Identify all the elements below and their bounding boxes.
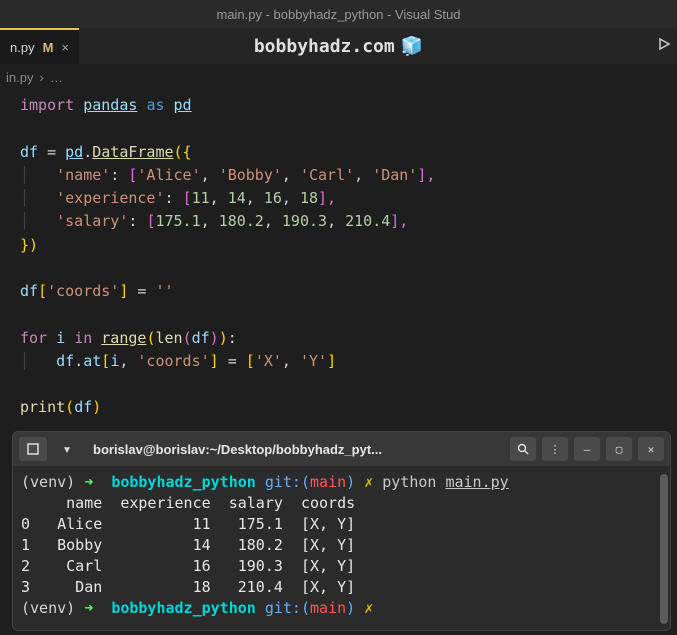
terminal-profile-icon[interactable] bbox=[19, 437, 47, 461]
func-dataframe: DataFrame bbox=[92, 143, 173, 161]
breadcrumb-file: in.py bbox=[6, 70, 33, 85]
search-icon[interactable] bbox=[510, 437, 536, 461]
keyword-import: import bbox=[20, 96, 74, 114]
dropdown-icon[interactable]: ▾ bbox=[53, 437, 81, 461]
tab-bar: n.py M × bobbyhadz.com 🧊 bbox=[0, 28, 677, 64]
func-print: print bbox=[20, 398, 65, 416]
alias-pd: pd bbox=[174, 96, 192, 114]
window-titlebar: main.py - bobbyhadz_python - Visual Stud bbox=[0, 0, 677, 28]
overlay-brand: bobbyhadz.com 🧊 bbox=[254, 28, 423, 64]
tab-main-py[interactable]: n.py M × bbox=[0, 28, 79, 64]
terminal-scrollbar[interactable] bbox=[660, 474, 668, 624]
var-df: df bbox=[20, 143, 38, 161]
func-range: range bbox=[101, 329, 146, 347]
window-title: main.py - bobbyhadz_python - Visual Stud bbox=[216, 7, 460, 22]
run-icon[interactable] bbox=[657, 37, 671, 55]
tab-filename: n.py bbox=[10, 40, 35, 55]
code-editor[interactable]: import pandas as pd df = pd.DataFrame({ … bbox=[0, 90, 677, 424]
keyword-as: as bbox=[146, 96, 164, 114]
terminal-header: ▾ borislav@borislav:~/Desktop/bobbyhadz_… bbox=[13, 432, 670, 466]
output-row: 3 Dan 18 210.4 [X, Y] bbox=[21, 578, 355, 596]
breadcrumb[interactable]: in.py › … bbox=[0, 64, 677, 90]
terminal-panel: ▾ borislav@borislav:~/Desktop/bobbyhadz_… bbox=[12, 431, 671, 631]
output-row: 0 Alice 11 175.1 [X, Y] bbox=[21, 515, 355, 533]
minimize-icon[interactable]: — bbox=[574, 437, 600, 461]
close-icon[interactable]: × bbox=[61, 40, 69, 55]
output-row: 1 Bobby 14 180.2 [X, Y] bbox=[21, 536, 355, 554]
ref-pd: pd bbox=[65, 143, 83, 161]
output-row: 2 Carl 16 190.3 [X, Y] bbox=[21, 557, 355, 575]
breadcrumb-dots: … bbox=[50, 70, 63, 85]
maximize-icon[interactable]: ▢ bbox=[606, 437, 632, 461]
overlay-text: bobbyhadz.com bbox=[254, 36, 395, 57]
tab-modified-indicator: M bbox=[43, 40, 54, 55]
keyword-in: in bbox=[74, 329, 92, 347]
keyword-for: for bbox=[20, 329, 47, 347]
breadcrumb-separator: › bbox=[39, 70, 43, 85]
module-pandas: pandas bbox=[83, 96, 137, 114]
cube-icon: 🧊 bbox=[401, 36, 423, 57]
terminal-body[interactable]: (venv) ➜ bobbyhadz_python git:(main) ✗ p… bbox=[13, 466, 670, 625]
close-terminal-icon[interactable]: ✕ bbox=[638, 437, 664, 461]
menu-icon[interactable]: ⋮ bbox=[542, 437, 568, 461]
terminal-title: borislav@borislav:~/Desktop/bobbyhadz_py… bbox=[87, 442, 504, 457]
output-header: name experience salary coords bbox=[21, 494, 355, 512]
